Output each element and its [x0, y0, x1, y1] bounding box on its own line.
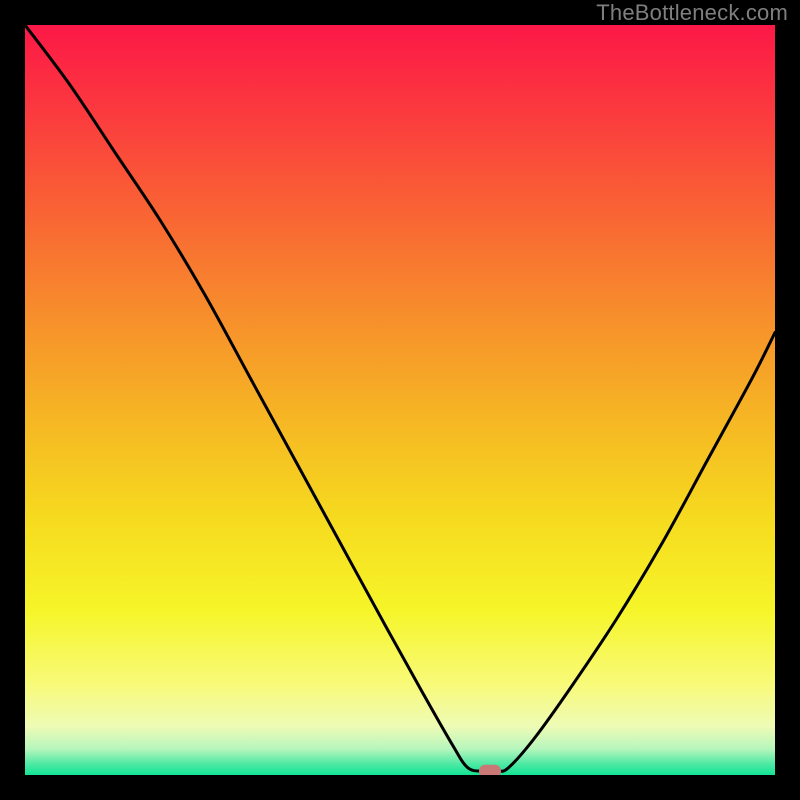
optimal-point-marker — [479, 765, 501, 775]
bottleneck-plot — [25, 25, 775, 775]
figure-container: TheBottleneck.com — [0, 0, 800, 800]
heat-gradient-bg — [25, 25, 775, 775]
watermark-label: TheBottleneck.com — [596, 0, 788, 26]
